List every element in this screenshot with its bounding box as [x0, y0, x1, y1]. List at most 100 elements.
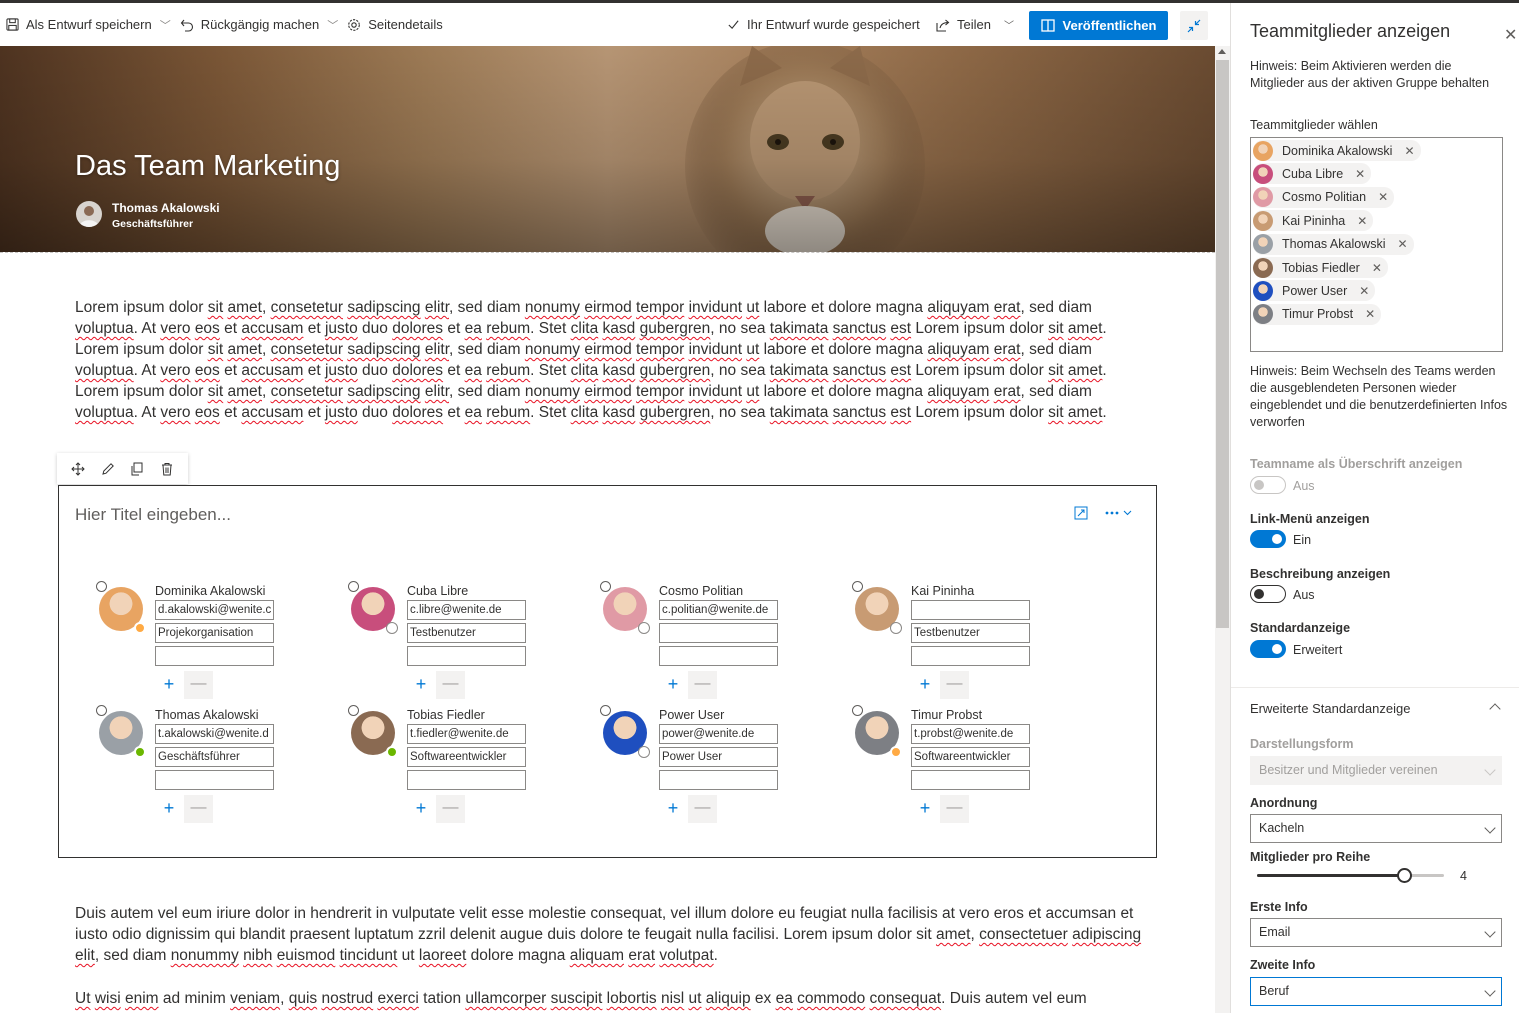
save-dropdown-chevron-icon[interactable]: ﹀ — [160, 17, 171, 33]
add-info-icon[interactable]: + — [411, 799, 431, 819]
member-info3-field[interactable] — [155, 770, 274, 790]
canvas-scrollbar[interactable] — [1215, 46, 1230, 1013]
member-email-field[interactable]: t.fiedler@wenite.de — [407, 724, 526, 744]
member-chip[interactable]: Cosmo Politian ✕ — [1253, 186, 1395, 208]
arrangement-dropdown[interactable]: Kacheln — [1250, 814, 1502, 843]
member-chip[interactable]: Cuba Libre ✕ — [1253, 163, 1372, 185]
member-info2-field[interactable]: Softwareentwickler — [911, 747, 1030, 767]
add-info-icon[interactable]: + — [915, 799, 935, 819]
member-name[interactable]: Cuba Libre — [407, 584, 468, 598]
remove-info-button[interactable]: — — [688, 671, 717, 699]
more-options-icon[interactable] — [1104, 508, 1134, 518]
member-name[interactable]: Power User — [659, 708, 724, 722]
webpart-title-input[interactable]: Hier Titel eingeben... — [75, 505, 231, 525]
remove-info-button[interactable]: — — [436, 671, 465, 699]
per-row-slider-thumb[interactable] — [1396, 868, 1412, 883]
share-button[interactable]: Teilen ﹀ — [936, 3, 1014, 46]
remove-chip-icon[interactable]: ✕ — [1359, 284, 1369, 298]
expand-icon[interactable] — [1074, 506, 1088, 520]
member-info2-field[interactable]: Power User — [659, 747, 778, 767]
member-info3-field[interactable] — [659, 770, 778, 790]
section-header[interactable]: Erweiterte Standardanzeige — [1250, 701, 1410, 716]
member-info3-field[interactable] — [407, 646, 526, 666]
remove-chip-icon[interactable]: ✕ — [1404, 144, 1414, 158]
member-chip[interactable]: Power User ✕ — [1253, 280, 1376, 302]
duplicate-icon[interactable] — [130, 462, 144, 476]
delete-trash-icon[interactable] — [160, 462, 174, 476]
text-paragraph-2[interactable]: Duis autem vel eum iriure dolor in hendr… — [75, 903, 1150, 966]
add-info-icon[interactable]: + — [159, 799, 179, 819]
scroll-thumb[interactable] — [1216, 60, 1229, 628]
member-email-field[interactable]: t.probst@wenite.de — [911, 724, 1030, 744]
remove-chip-icon[interactable]: ✕ — [1378, 190, 1388, 204]
page-details-button[interactable]: Seitendetails — [347, 3, 443, 46]
member-name[interactable]: Thomas Akalowski — [155, 708, 259, 722]
member-info2-field[interactable]: Geschäftsführer — [155, 747, 274, 767]
member-picker[interactable]: Dominika Akalowski ✕ Cuba Libre ✕ Cosmo Poli… — [1250, 137, 1503, 352]
remove-chip-icon[interactable]: ✕ — [1355, 167, 1365, 181]
pin-icon[interactable] — [348, 705, 359, 716]
add-info-icon[interactable]: + — [159, 675, 179, 695]
collapse-panel-button[interactable] — [1180, 11, 1208, 40]
save-draft-button[interactable]: Als Entwurf speichern — [6, 3, 152, 46]
member-info2-field[interactable]: Projekorganisation — [155, 623, 274, 643]
member-chip[interactable]: Tobias Fiedler ✕ — [1253, 257, 1388, 278]
add-info-icon[interactable]: + — [663, 675, 683, 695]
page-title[interactable]: Das Team Marketing — [75, 150, 340, 183]
member-email-field[interactable]: c.politian@wenite.de — [659, 600, 778, 620]
member-email-field[interactable]: t.akalowski@wenite.d — [155, 724, 274, 744]
pin-icon[interactable] — [600, 581, 611, 592]
default-view-toggle[interactable] — [1250, 640, 1286, 658]
remove-info-button[interactable]: — — [940, 795, 969, 823]
remove-info-button[interactable]: — — [688, 795, 717, 823]
member-info3-field[interactable] — [155, 646, 274, 666]
edit-pencil-icon[interactable] — [101, 462, 115, 476]
member-email-field[interactable]: d.akalowski@wenite.c — [155, 600, 274, 620]
member-info2-field[interactable]: Testbenutzer — [407, 623, 526, 643]
add-info-icon[interactable]: + — [411, 675, 431, 695]
member-info2-field[interactable] — [659, 623, 778, 643]
member-info3-field[interactable] — [911, 770, 1030, 790]
pin-icon[interactable] — [852, 581, 863, 592]
description-toggle[interactable] — [1250, 585, 1286, 603]
member-chip[interactable]: Thomas Akalowski ✕ — [1253, 233, 1414, 255]
member-chip[interactable]: Timur Probst ✕ — [1253, 303, 1382, 325]
linkmenu-toggle[interactable] — [1250, 530, 1286, 548]
pin-icon[interactable] — [96, 705, 107, 716]
member-info3-field[interactable] — [407, 770, 526, 790]
section-collapse-chevron-icon[interactable] — [1489, 703, 1501, 715]
member-chip[interactable]: Dominika Akalowski ✕ — [1253, 140, 1421, 161]
member-chip[interactable]: Kai Pininha ✕ — [1253, 210, 1374, 232]
pin-icon[interactable] — [852, 705, 863, 716]
text-paragraph-1[interactable]: Lorem ipsum dolor sit amet, consetetur s… — [75, 297, 1150, 423]
member-info3-field[interactable] — [911, 646, 1030, 666]
add-info-icon[interactable]: + — [915, 675, 935, 695]
hero-banner[interactable]: Das Team Marketing Thomas Akalowski Gesc… — [0, 46, 1215, 252]
member-info2-field[interactable]: Testbenutzer — [911, 623, 1030, 643]
second-info-dropdown[interactable]: Beruf — [1250, 977, 1502, 1006]
first-info-dropdown[interactable]: Email — [1250, 918, 1502, 947]
remove-chip-icon[interactable]: ✕ — [1357, 214, 1367, 228]
add-info-icon[interactable]: + — [663, 799, 683, 819]
remove-info-button[interactable]: — — [940, 671, 969, 699]
member-info3-field[interactable] — [659, 646, 778, 666]
remove-info-button[interactable]: — — [184, 671, 213, 699]
remove-info-button[interactable]: — — [436, 795, 465, 823]
undo-button[interactable]: Rückgängig machen — [180, 3, 319, 46]
member-email-field[interactable]: power@wenite.de — [659, 724, 778, 744]
team-members-webpart[interactable]: Hier Titel eingeben... Dominika Akalowsk… — [58, 485, 1157, 858]
member-name[interactable]: Tobias Fiedler — [407, 708, 485, 722]
pin-icon[interactable] — [96, 581, 107, 592]
scroll-up-arrow-icon[interactable] — [1218, 49, 1226, 54]
member-email-field[interactable] — [911, 600, 1030, 620]
member-email-field[interactable]: c.libre@wenite.de — [407, 600, 526, 620]
member-info2-field[interactable]: Softwareentwickler — [407, 747, 526, 767]
member-name[interactable]: Kai Pininha — [911, 584, 974, 598]
remove-chip-icon[interactable]: ✕ — [1365, 307, 1375, 321]
member-name[interactable]: Cosmo Politian — [659, 584, 743, 598]
close-icon[interactable]: ✕ — [1504, 25, 1517, 45]
pin-icon[interactable] — [600, 705, 611, 716]
author-name[interactable]: Thomas Akalowski — [112, 201, 220, 215]
publish-button[interactable]: Veröffentlichen — [1029, 11, 1168, 40]
teamname-toggle[interactable] — [1250, 476, 1286, 494]
